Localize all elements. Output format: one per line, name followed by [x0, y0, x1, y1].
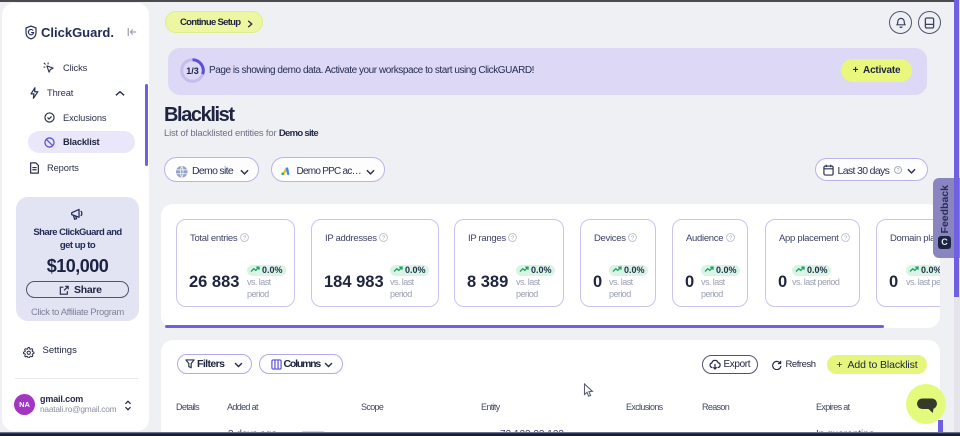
svg-text:?: ?: [382, 236, 385, 242]
svg-text:1/3: 1/3: [186, 66, 199, 76]
svg-text:?: ?: [631, 236, 634, 242]
svg-text:?: ?: [243, 236, 246, 242]
svg-text:?: ?: [896, 168, 899, 174]
svg-text:?: ?: [844, 236, 847, 242]
svg-text:?: ?: [729, 236, 732, 242]
svg-text:?: ?: [511, 236, 514, 242]
